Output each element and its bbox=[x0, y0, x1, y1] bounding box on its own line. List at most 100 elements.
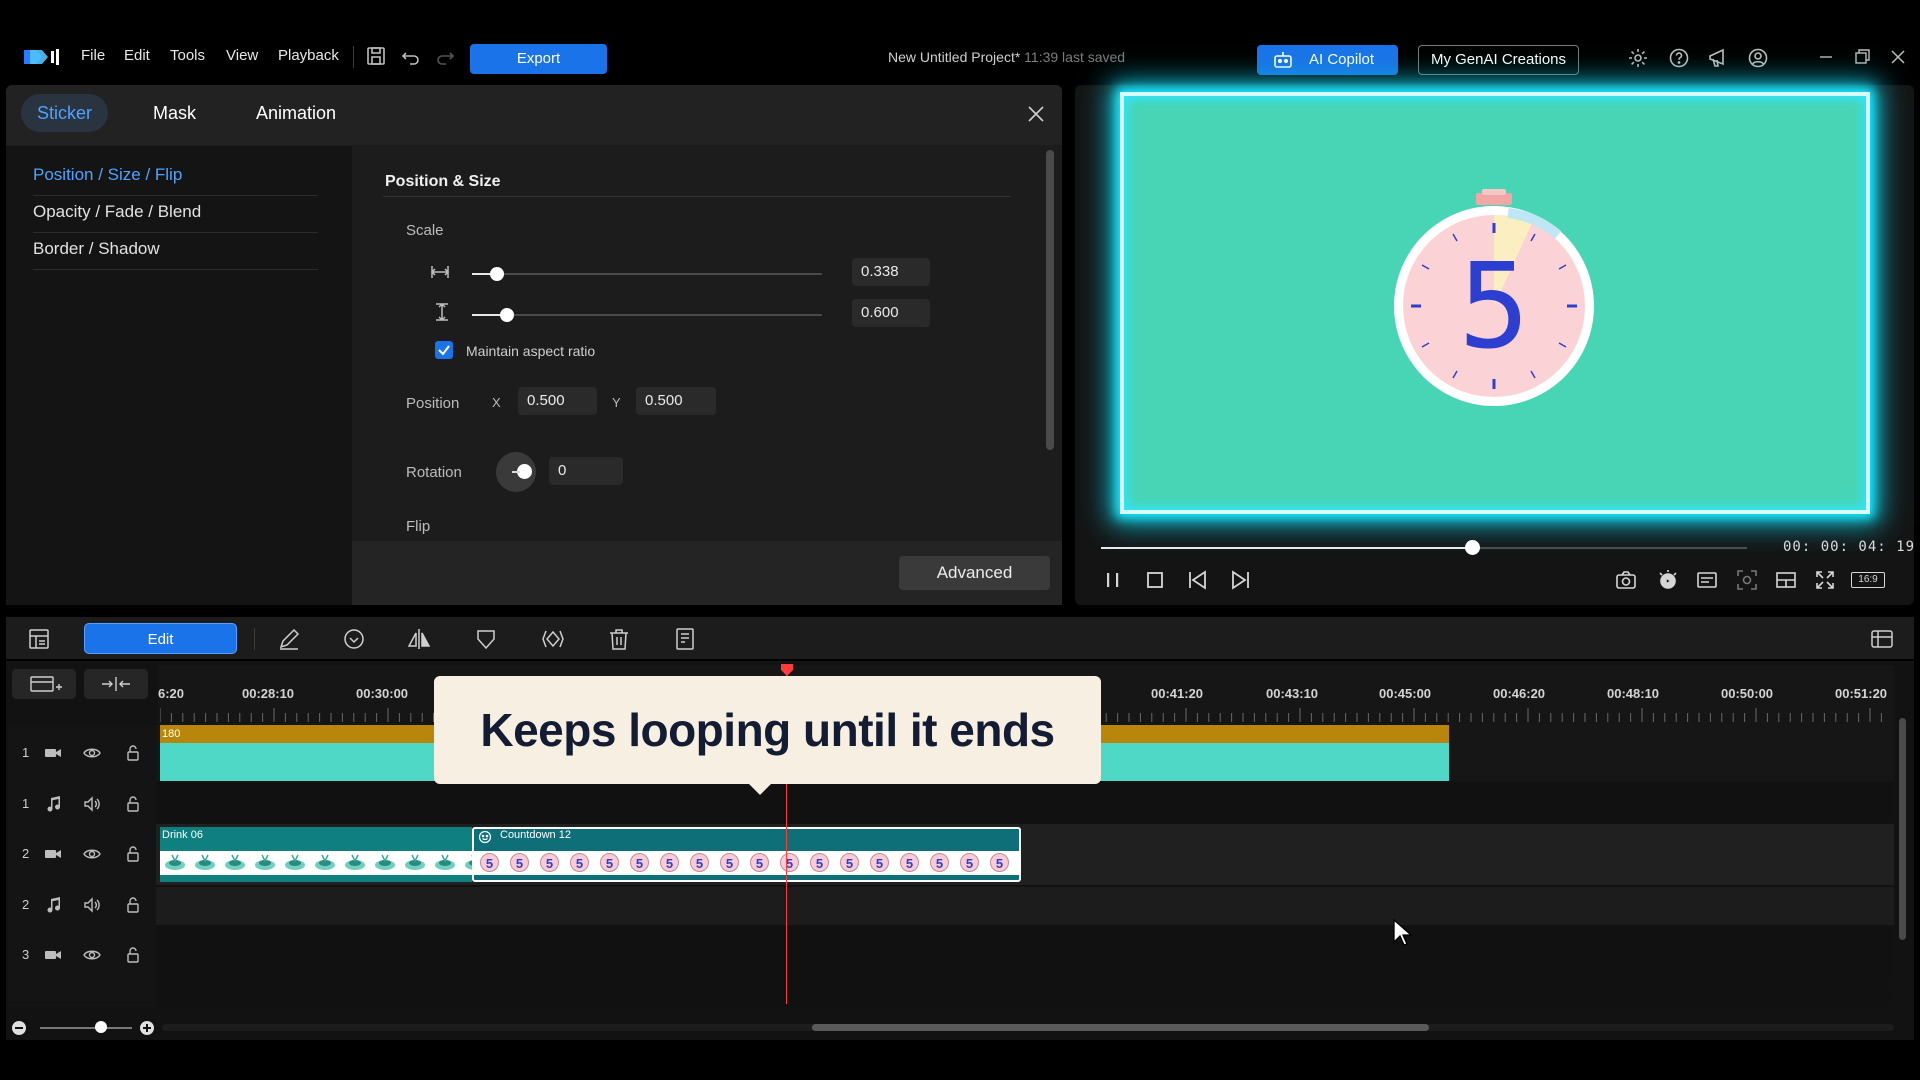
countdown-thumbnail: 5 bbox=[504, 851, 534, 875]
speaker-icon[interactable] bbox=[82, 794, 102, 814]
lock-icon[interactable] bbox=[123, 895, 143, 915]
countdown-thumbnail: 5 bbox=[534, 851, 564, 875]
zoom-out-icon[interactable] bbox=[12, 1021, 26, 1035]
scale-height-knob[interactable] bbox=[500, 308, 514, 322]
announcement-icon[interactable] bbox=[1707, 47, 1729, 69]
timeline-vertical-scrollbar[interactable] bbox=[1899, 718, 1906, 940]
aspect-ratio-selector[interactable]: 16:9 bbox=[1851, 568, 1887, 592]
close-panel-icon[interactable] bbox=[1024, 102, 1048, 126]
close-window-icon[interactable] bbox=[1888, 47, 1910, 69]
aspect-ratio-label: 16:9 bbox=[1851, 572, 1885, 588]
pen-icon[interactable] bbox=[276, 626, 302, 652]
rotation-dial[interactable] bbox=[496, 452, 536, 492]
edit-button[interactable]: Edit bbox=[84, 623, 237, 654]
video-track-icon bbox=[43, 844, 63, 864]
layout-icon[interactable] bbox=[1774, 568, 1798, 592]
restore-icon[interactable] bbox=[1852, 47, 1874, 69]
countdown-sticker[interactable]: 5 bbox=[1390, 185, 1598, 407]
countdown-thumbnail: 5 bbox=[804, 851, 834, 875]
video-track-icon bbox=[43, 743, 63, 763]
position-y-input[interactable]: 0.500 bbox=[636, 387, 716, 415]
lock-icon[interactable] bbox=[123, 844, 143, 864]
lock-icon[interactable] bbox=[123, 945, 143, 965]
countdown-thumbnail: 5 bbox=[924, 851, 954, 875]
menu-tools[interactable]: Tools bbox=[170, 47, 205, 64]
menu-file[interactable]: File bbox=[81, 47, 105, 64]
fullscreen-icon[interactable] bbox=[1813, 568, 1837, 592]
project-name: New Untitled Project* bbox=[888, 49, 1021, 65]
lock-icon[interactable] bbox=[123, 794, 143, 814]
my-genai-creations-button[interactable]: My GenAI Creations bbox=[1418, 45, 1579, 75]
minimize-icon[interactable] bbox=[1816, 47, 1838, 69]
save-icon[interactable] bbox=[365, 45, 387, 67]
render-preview-icon[interactable] bbox=[1656, 568, 1680, 592]
scale-width-input[interactable]: 0.338 bbox=[852, 258, 930, 286]
countdown-thumbnail: 5 bbox=[834, 851, 864, 875]
caption-overlay: Keeps looping until it ends bbox=[434, 676, 1101, 784]
speaker-icon[interactable] bbox=[82, 895, 102, 915]
x-label: X bbox=[492, 395, 501, 410]
stop-icon[interactable] bbox=[1143, 568, 1167, 592]
trash-icon[interactable] bbox=[606, 626, 632, 652]
account-icon[interactable] bbox=[1747, 47, 1769, 69]
subtitle-icon[interactable] bbox=[1695, 568, 1719, 592]
flip-icon[interactable] bbox=[406, 626, 432, 652]
menu-playback[interactable]: Playback bbox=[278, 47, 339, 64]
effect-icon[interactable] bbox=[341, 626, 367, 652]
add-track-button[interactable] bbox=[12, 669, 76, 699]
drink-thumbnail bbox=[370, 851, 400, 875]
ruler-label: 00:46:20 bbox=[1493, 686, 1546, 701]
menu-edit[interactable]: Edit bbox=[124, 47, 150, 64]
countdown-thumbnail: 5 bbox=[564, 851, 594, 875]
mask-icon[interactable] bbox=[473, 626, 499, 652]
tab-animation[interactable]: Animation bbox=[256, 103, 336, 124]
menu-view[interactable]: View bbox=[226, 47, 258, 64]
scale-width-knob[interactable] bbox=[489, 267, 504, 281]
flip-label: Flip bbox=[406, 518, 431, 535]
help-icon[interactable] bbox=[1668, 47, 1690, 69]
previous-frame-icon[interactable] bbox=[1186, 568, 1210, 592]
timeline-settings-icon[interactable] bbox=[1869, 626, 1895, 652]
undo-icon[interactable] bbox=[400, 45, 422, 67]
scale-height-slider[interactable] bbox=[472, 314, 822, 316]
scale-width-slider[interactable] bbox=[472, 273, 822, 275]
properties-scrollbar[interactable] bbox=[1046, 150, 1054, 450]
position-x-input[interactable]: 0.500 bbox=[518, 387, 597, 415]
timeline-zoom-knob[interactable] bbox=[95, 1021, 107, 1033]
maintain-aspect-checkbox[interactable] bbox=[435, 341, 453, 359]
timeline-zoom-slider[interactable] bbox=[40, 1027, 132, 1029]
tools-menu-icon[interactable] bbox=[672, 626, 698, 652]
category-opacity-fade-blend[interactable]: Opacity / Fade / Blend bbox=[33, 202, 318, 233]
tab-mask[interactable]: Mask bbox=[153, 103, 196, 124]
next-frame-icon[interactable] bbox=[1228, 568, 1252, 592]
zoom-in-icon[interactable] bbox=[140, 1021, 154, 1035]
fit-timeline-button[interactable] bbox=[84, 669, 148, 699]
redo-icon[interactable] bbox=[434, 45, 456, 67]
scale-height-input[interactable]: 0.600 bbox=[852, 299, 930, 327]
eye-icon[interactable] bbox=[82, 945, 102, 965]
ruler-label: 00:30:00 bbox=[356, 686, 409, 701]
keyframe-icon[interactable] bbox=[540, 626, 566, 652]
tools-panel-icon[interactable] bbox=[26, 626, 52, 652]
pause-icon[interactable] bbox=[1101, 568, 1125, 592]
gear-icon[interactable] bbox=[1627, 47, 1649, 69]
advanced-button[interactable]: Advanced bbox=[899, 556, 1050, 590]
playhead-marker[interactable] bbox=[781, 664, 793, 676]
snapshot-icon[interactable] bbox=[1614, 568, 1638, 592]
eye-icon[interactable] bbox=[82, 743, 102, 763]
app-logo-icon[interactable] bbox=[22, 46, 60, 68]
countdown-thumbnail: 5 bbox=[984, 851, 1014, 875]
rotation-label: Rotation bbox=[406, 464, 462, 481]
zoom-preview-icon[interactable] bbox=[1735, 568, 1759, 592]
divider bbox=[353, 46, 354, 68]
drink-thumbnail bbox=[400, 851, 430, 875]
ai-copilot-button[interactable]: AI Copilot bbox=[1257, 45, 1398, 75]
rotation-input[interactable]: 0 bbox=[549, 457, 623, 485]
tab-sticker[interactable]: Sticker bbox=[21, 94, 108, 132]
category-position-size-flip[interactable]: Position / Size / Flip bbox=[33, 165, 318, 196]
category-border-shadow[interactable]: Border / Shadow bbox=[33, 239, 318, 270]
lock-icon[interactable] bbox=[123, 743, 143, 763]
export-button[interactable]: Export bbox=[470, 44, 607, 74]
timeline-scroll-thumb[interactable] bbox=[812, 1024, 1429, 1031]
eye-icon[interactable] bbox=[82, 844, 102, 864]
